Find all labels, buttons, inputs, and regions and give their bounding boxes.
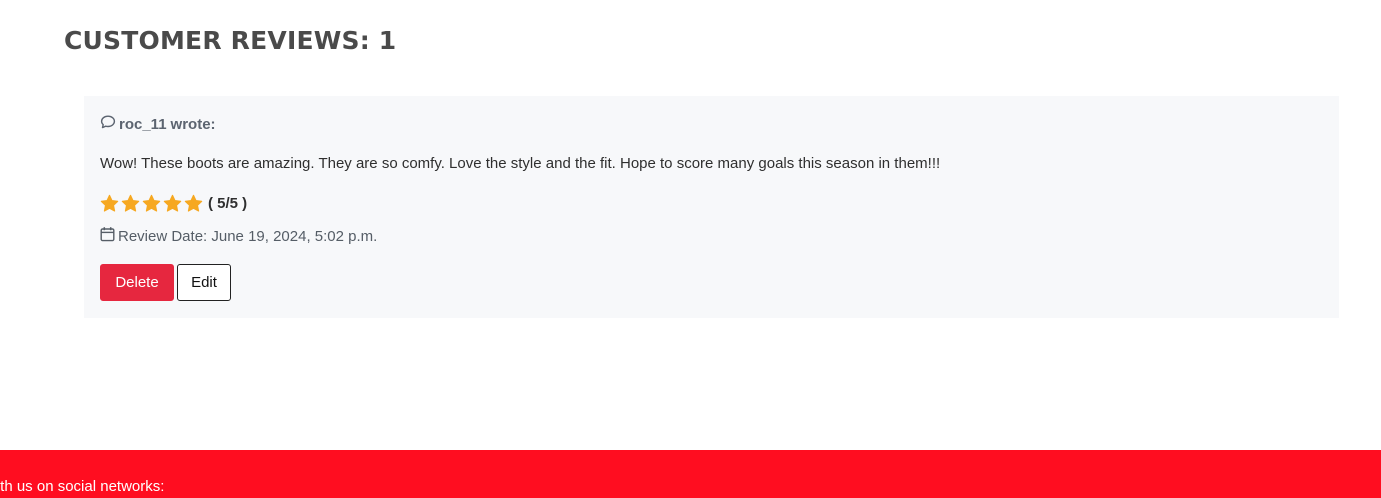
page: CUSTOMER REVIEWS: 1 roc_11 wrote: Wow! T… bbox=[0, 0, 1381, 498]
footer-social-text: with us on social networks: bbox=[0, 478, 165, 495]
edit-review-button[interactable]: Edit bbox=[177, 264, 231, 301]
star-icon bbox=[184, 194, 203, 212]
footer: with us on social networks: bbox=[0, 450, 1381, 498]
review-author-name: roc_11 bbox=[119, 115, 167, 133]
review-actions: Delete Edit bbox=[100, 264, 231, 301]
review-author-suffix: wrote: bbox=[170, 115, 216, 133]
comment-icon bbox=[100, 114, 119, 134]
review-author-line: roc_11 wrote: bbox=[100, 114, 216, 134]
rating-stars bbox=[100, 194, 205, 213]
review-date-label: Review Date: June 19, 2024, 5:02 p.m. bbox=[118, 227, 378, 245]
star-icon bbox=[163, 194, 182, 212]
rating-label: ( 5/5 ) bbox=[208, 195, 248, 212]
star-icon bbox=[142, 194, 161, 212]
calendar-icon bbox=[100, 226, 118, 246]
delete-review-button[interactable]: Delete bbox=[100, 264, 174, 301]
review-rating: ( 5/5 ) bbox=[100, 194, 247, 213]
star-icon bbox=[100, 194, 119, 212]
review-card: roc_11 wrote: Wow! These boots are amazi… bbox=[84, 96, 1339, 318]
star-icon bbox=[121, 194, 140, 212]
reviews-section-title: CUSTOMER REVIEWS: 1 bbox=[64, 26, 397, 55]
review-text: Wow! These boots are amazing. They are s… bbox=[100, 155, 941, 172]
review-date: Review Date: June 19, 2024, 5:02 p.m. bbox=[100, 226, 377, 246]
